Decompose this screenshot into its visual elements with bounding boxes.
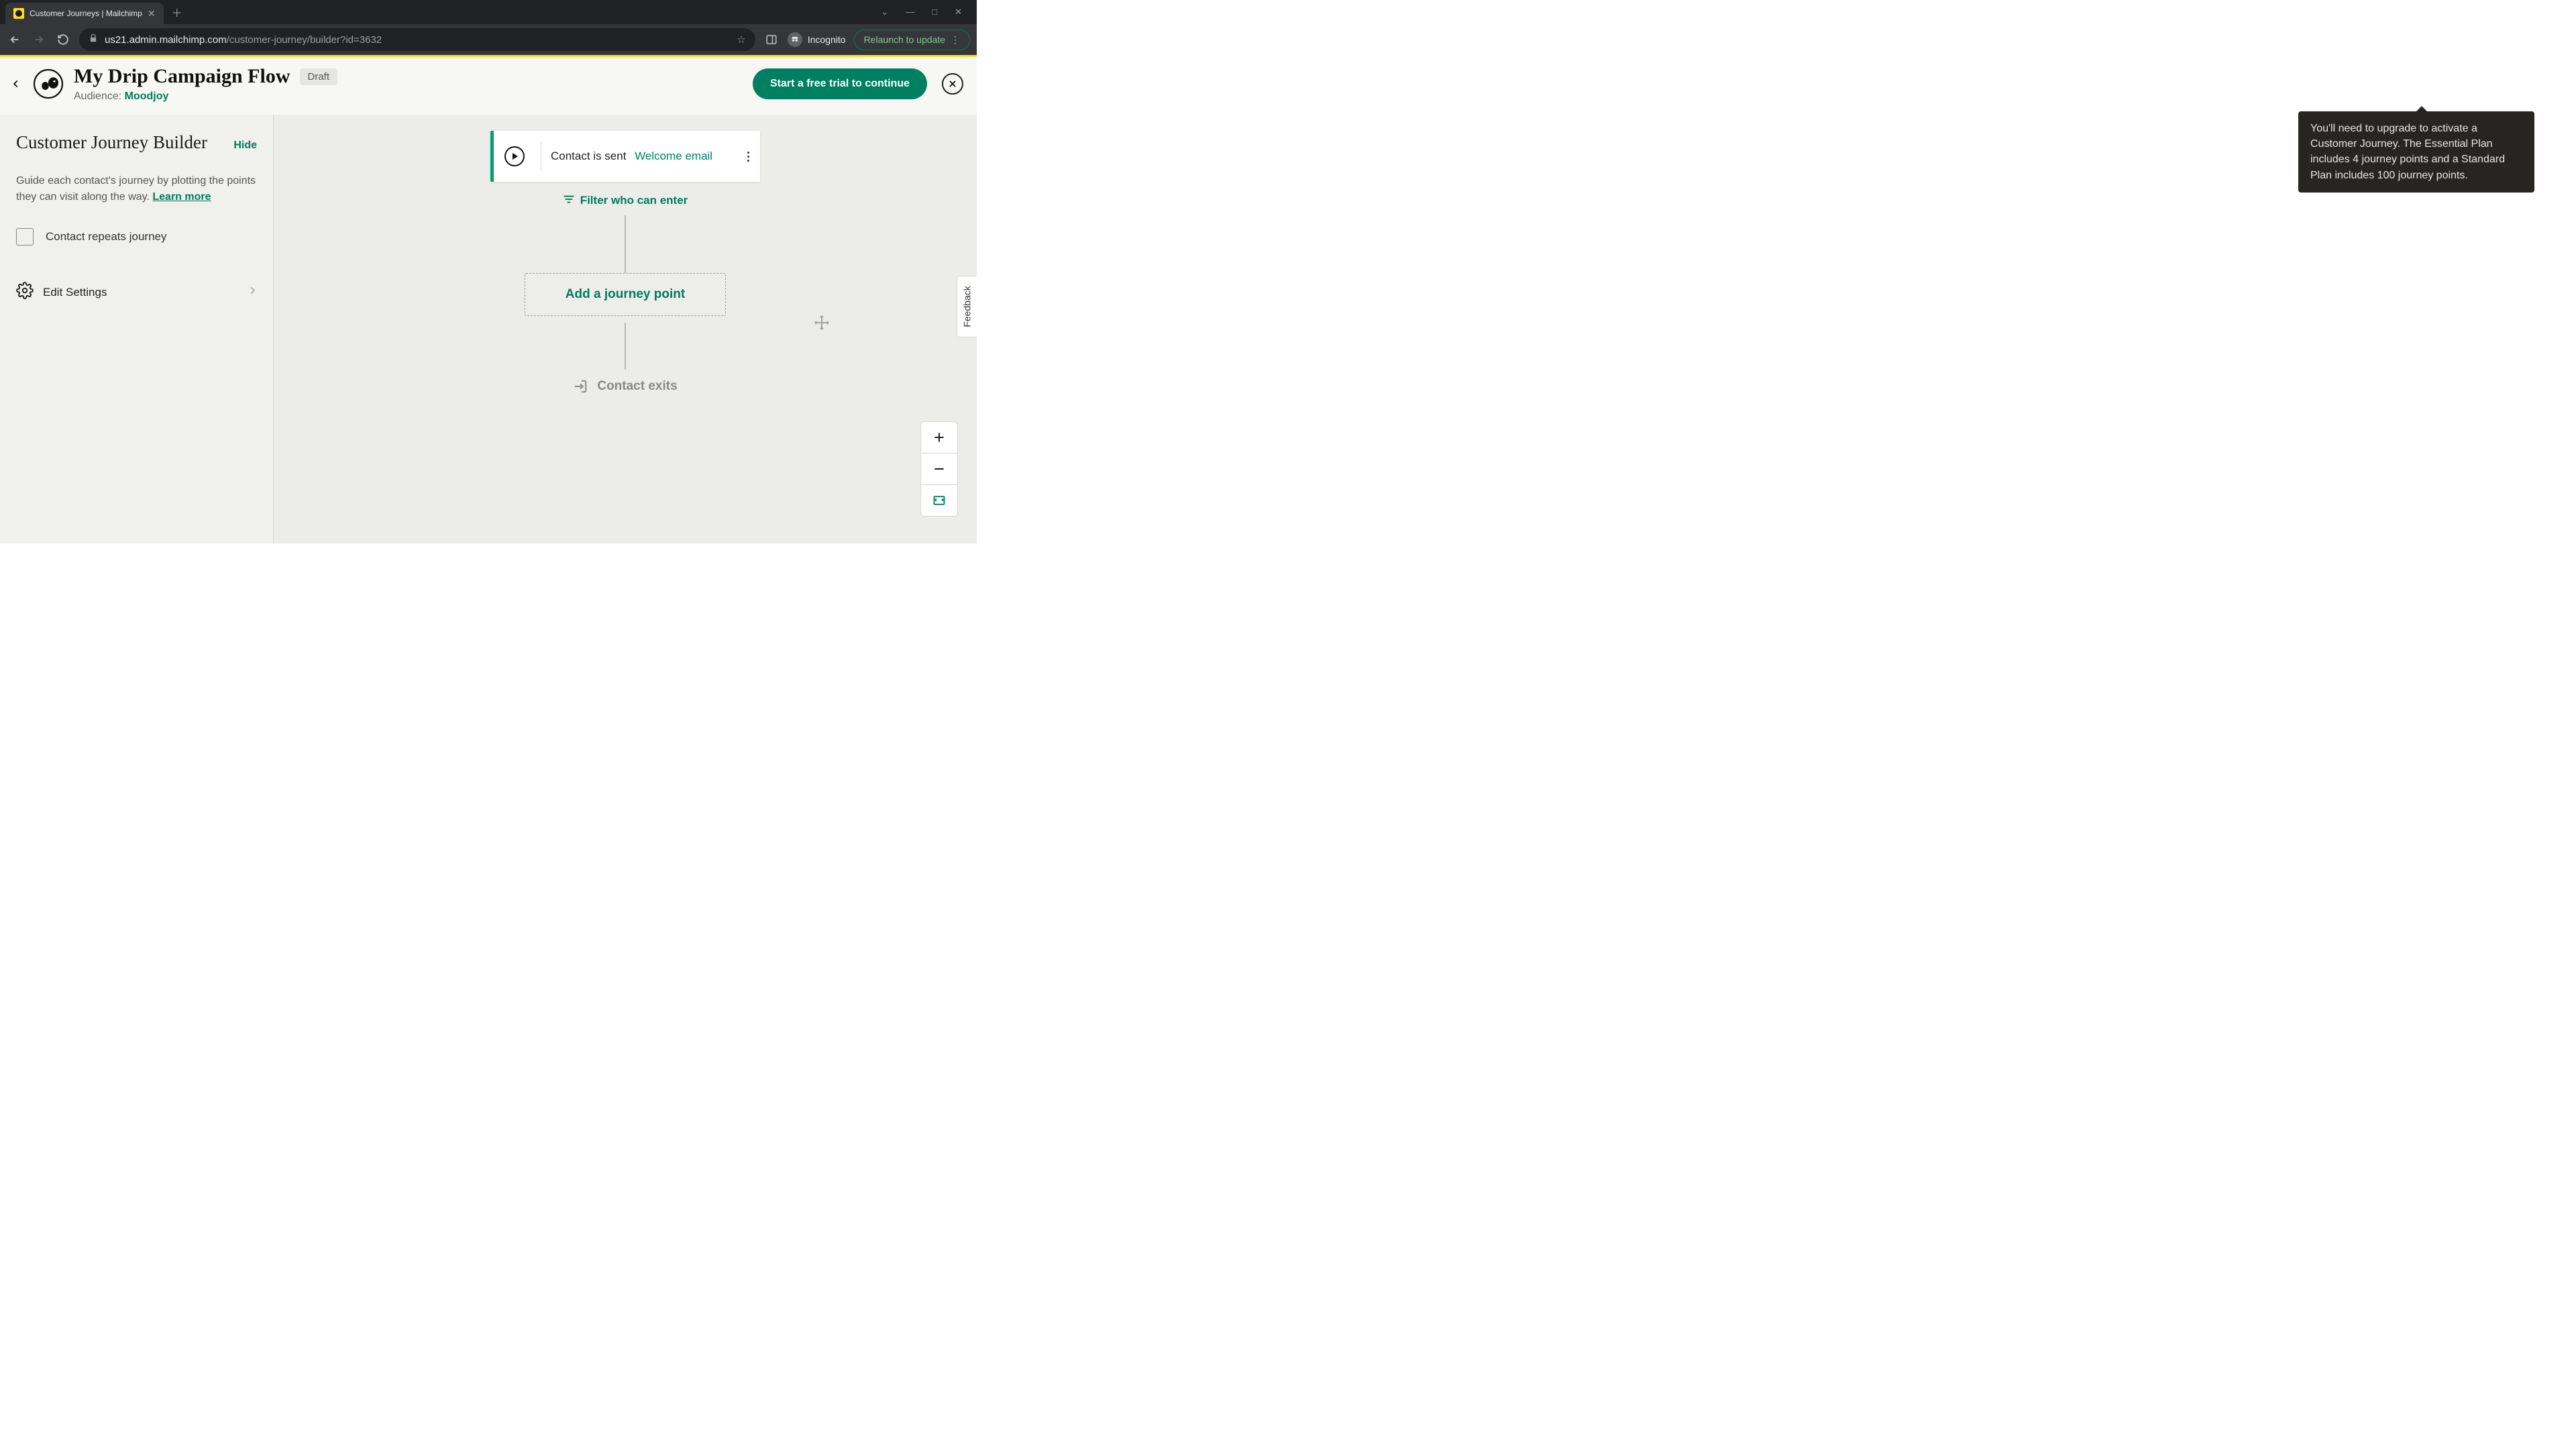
connector-line	[625, 323, 626, 370]
zoom-controls	[920, 421, 958, 517]
repeat-journey-label: Contact repeats journey	[46, 230, 167, 244]
mailchimp-logo-icon[interactable]	[31, 66, 66, 101]
edit-settings-button[interactable]: Edit Settings	[16, 282, 257, 303]
close-button[interactable]	[942, 73, 963, 95]
app-header: My Drip Campaign Flow Draft Audience: Mo…	[0, 57, 977, 115]
repeat-journey-checkbox[interactable]	[16, 228, 34, 246]
incognito-label: Incognito	[808, 34, 846, 45]
url-input[interactable]: us21.admin.mailchimp.com/customer-journe…	[79, 28, 755, 51]
start-node-link[interactable]: Welcome email	[635, 150, 712, 162]
exit-icon	[573, 379, 588, 394]
tab-dropdown-icon[interactable]: ⌄	[881, 7, 888, 17]
status-badge: Draft	[300, 68, 338, 85]
upgrade-tooltip: You'll need to upgrade to activate a Cus…	[2298, 111, 2534, 193]
nav-forward-icon	[31, 32, 47, 48]
more-vert-icon[interactable]	[747, 152, 749, 162]
back-button[interactable]	[8, 76, 24, 92]
feedback-tab[interactable]: Feedback	[957, 276, 977, 337]
url-text: us21.admin.mailchimp.com/customer-journe…	[105, 34, 382, 46]
start-node-text: Contact is sent Welcome email	[551, 150, 712, 163]
nav-back-icon[interactable]	[7, 32, 23, 48]
filter-entry-button[interactable]: Filter who can enter	[563, 194, 688, 207]
filter-icon	[563, 194, 575, 207]
window-controls: ⌄ ― □ ✕	[881, 7, 971, 17]
incognito-icon	[788, 32, 802, 47]
nav-reload-icon[interactable]	[55, 32, 71, 48]
window-maximize-icon[interactable]: □	[932, 7, 937, 17]
new-tab-icon[interactable]: ＋	[172, 4, 182, 20]
hide-sidebar-button[interactable]: Hide	[233, 140, 257, 152]
sidebar-title: Customer Journey Builder	[16, 132, 207, 153]
incognito-indicator[interactable]: Incognito	[788, 32, 846, 47]
learn-more-link[interactable]: Learn more	[152, 191, 211, 203]
sidebar: Customer Journey Builder Hide Guide each…	[0, 115, 274, 543]
browser-tab[interactable]: Customer Journeys | Mailchimp ✕	[5, 3, 164, 24]
zoom-fit-button[interactable]	[921, 485, 957, 516]
tab-close-icon[interactable]: ✕	[148, 8, 156, 19]
zoom-out-button[interactable]	[921, 453, 957, 484]
panel-icon[interactable]	[763, 32, 780, 48]
audience-link[interactable]: Moodjoy	[125, 91, 169, 102]
window-close-icon[interactable]: ✕	[955, 7, 962, 17]
relaunch-button[interactable]: Relaunch to update ⋮	[854, 30, 970, 50]
start-node-card[interactable]: Contact is sent Welcome email	[490, 131, 760, 182]
connector-line	[625, 215, 626, 273]
page-title: My Drip Campaign Flow	[74, 65, 290, 88]
start-trial-button[interactable]: Start a free trial to continue	[753, 68, 927, 99]
gear-icon	[16, 282, 34, 303]
add-journey-point-button[interactable]: Add a journey point	[525, 273, 726, 316]
mailchimp-favicon-icon	[13, 8, 24, 19]
zoom-in-button[interactable]	[921, 422, 957, 453]
bookmark-star-icon[interactable]: ☆	[737, 34, 745, 46]
window-minimize-icon[interactable]: ―	[906, 7, 914, 17]
browser-tab-bar: Customer Journeys | Mailchimp ✕ ＋ ⌄ ― □ …	[0, 0, 977, 24]
play-icon	[504, 146, 525, 166]
lock-icon	[89, 34, 98, 46]
tab-title: Customer Journeys | Mailchimp	[30, 9, 142, 18]
chevron-right-icon	[248, 286, 257, 299]
move-cursor-icon	[814, 315, 830, 334]
exit-node: Contact exits	[573, 379, 677, 394]
more-vert-icon: ⋮	[951, 34, 960, 46]
audience-row: Audience: Moodjoy	[74, 91, 337, 103]
browser-url-bar: us21.admin.mailchimp.com/customer-journe…	[0, 24, 977, 55]
journey-canvas[interactable]: Contact is sent Welcome email Filter who…	[274, 115, 977, 543]
sidebar-description: Guide each contact's journey by plotting…	[16, 173, 257, 205]
